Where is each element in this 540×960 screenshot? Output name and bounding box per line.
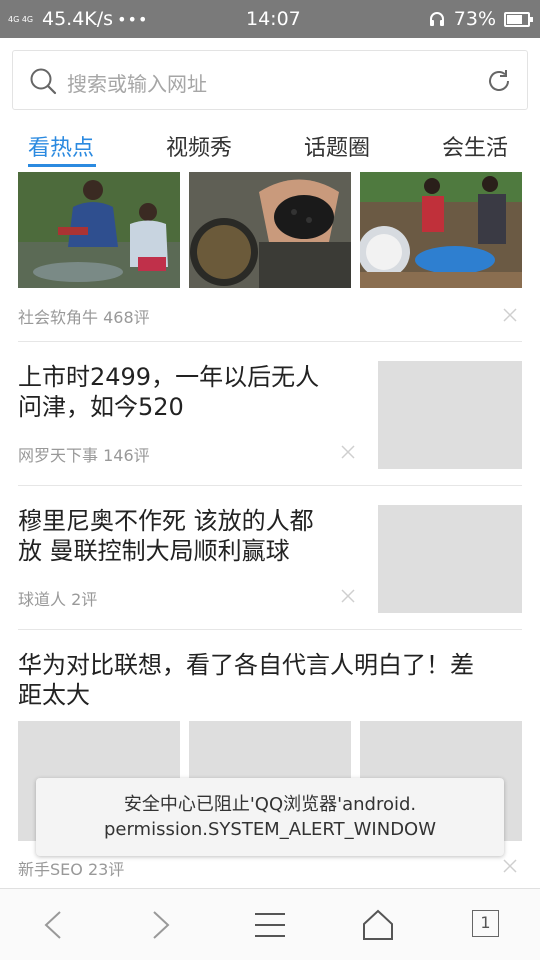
news-source: 网罗天下事 146评 — [18, 446, 150, 465]
news-title: 上市时2499，一年以后无人 问津，如今520 — [18, 362, 358, 422]
network-speed: 45.4K/s — [42, 8, 114, 30]
search-icon — [30, 68, 57, 95]
back-icon[interactable] — [36, 909, 70, 941]
battery-percent: 73% — [453, 8, 496, 30]
news-title-line: 问津，如今520 — [18, 393, 184, 421]
news-thumbnail — [378, 505, 522, 613]
news-source: 球道人 2评 — [18, 590, 98, 609]
tab-life[interactable]: 会生活 — [442, 130, 508, 162]
category-tabs: 看热点 视频秀 话题圈 会生活 — [0, 118, 540, 172]
bottom-toolbar: 1 — [0, 888, 540, 960]
news-title: 华为对比联想，看了各自代言人明白了！差 距太大 — [18, 650, 522, 710]
tabs-button[interactable]: 1 — [472, 910, 499, 937]
signal-icon: 4G 4G — [8, 14, 34, 24]
menu-icon[interactable] — [253, 909, 287, 941]
refresh-icon[interactable] — [485, 67, 513, 95]
more-notifications-icon: ••• — [117, 9, 149, 29]
news-source: 新手SEO 23评 — [18, 860, 125, 879]
battery-icon — [504, 11, 533, 27]
news-image — [18, 172, 180, 288]
news-title-line: 距太大 — [18, 681, 90, 709]
active-tab-indicator — [28, 164, 96, 167]
dismiss-icon[interactable] — [502, 307, 518, 323]
news-title-line: 上市时2499，一年以后无人 — [18, 363, 320, 391]
tab-topic[interactable]: 话题圈 — [304, 130, 370, 162]
news-image — [189, 172, 351, 288]
divider — [18, 485, 522, 486]
headset-icon — [429, 12, 444, 26]
status-bar: 4G 4G 45.4K/s ••• 14:07 73% — [0, 0, 540, 38]
toast-line: 安全中心已阻止'QQ浏览器'android. — [123, 794, 417, 815]
dismiss-icon[interactable] — [340, 588, 356, 604]
divider — [18, 341, 522, 342]
news-title: 穆里尼奥不作死 该放的人都 放 曼联控制大局顺利赢球 — [18, 506, 358, 566]
search-bar[interactable]: 搜索或输入网址 — [12, 50, 528, 110]
clock: 14:07 — [246, 8, 301, 30]
news-title-line: 放 曼联控制大局顺利赢球 — [18, 537, 290, 565]
tab-hot[interactable]: 看热点 — [28, 130, 94, 162]
news-thumbnail — [378, 361, 522, 469]
permission-toast: 安全中心已阻止'QQ浏览器'android. permission.SYSTEM… — [36, 778, 504, 856]
news-title-line: 穆里尼奥不作死 该放的人都 — [18, 507, 314, 535]
tab-video[interactable]: 视频秀 — [166, 130, 232, 162]
forward-icon[interactable] — [144, 909, 178, 941]
status-left: 4G 4G 45.4K/s ••• — [8, 0, 148, 38]
dismiss-icon[interactable] — [340, 444, 356, 460]
search-input[interactable]: 搜索或输入网址 — [67, 68, 207, 97]
home-icon[interactable] — [361, 909, 395, 941]
divider — [18, 629, 522, 630]
dismiss-icon[interactable] — [502, 858, 518, 874]
news-source: 社会软角牛 468评 — [18, 308, 150, 327]
toast-line: permission.SYSTEM_ALERT_WINDOW — [103, 819, 437, 840]
news-image — [360, 172, 522, 288]
status-right: 73% — [428, 0, 533, 38]
news-title-line: 华为对比联想，看了各自代言人明白了！差 — [18, 651, 474, 679]
